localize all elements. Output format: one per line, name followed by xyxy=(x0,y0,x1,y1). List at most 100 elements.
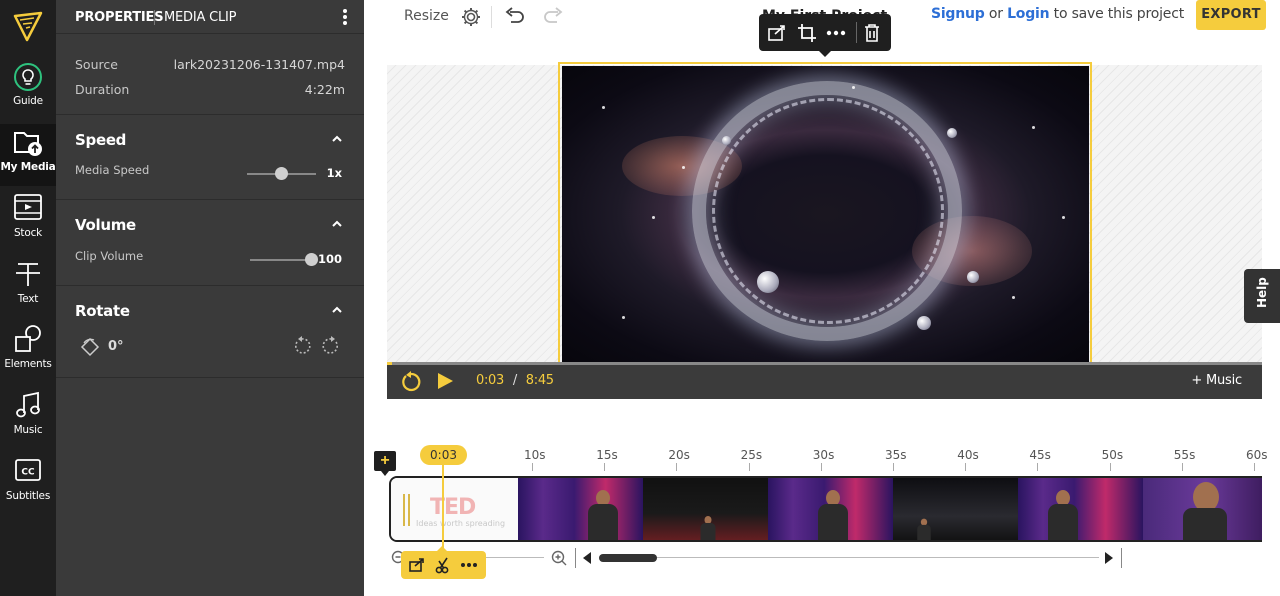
rail-item-elements[interactable]: Elements xyxy=(0,323,56,385)
resize-button[interactable]: Resize xyxy=(404,8,449,24)
split-scissors-icon[interactable] xyxy=(433,555,453,575)
add-music-button[interactable]: + Music xyxy=(1191,373,1242,388)
tab-properties[interactable]: PROPERTIES xyxy=(75,10,164,25)
ruler-tick xyxy=(1037,463,1039,471)
rail-item-music[interactable]: Music xyxy=(0,389,56,451)
collapse-volume-chevron-up-icon[interactable] xyxy=(332,220,342,227)
playhead-time-tag[interactable]: 0:03 xyxy=(420,445,467,465)
ruler-label: 50s xyxy=(1101,448,1124,462)
scroll-left-icon[interactable] xyxy=(581,551,593,565)
rail-label-text: Text xyxy=(17,293,39,305)
media-info: Source lark20231206-131407.mp4 Duration … xyxy=(56,34,364,115)
ruler-label: 15s xyxy=(596,448,618,462)
rotate-left-icon[interactable] xyxy=(292,336,312,356)
bubble xyxy=(722,136,731,145)
shapes-icon xyxy=(15,325,41,352)
ruler-tick xyxy=(1109,463,1111,471)
rotate-right-icon[interactable] xyxy=(321,336,341,356)
clip-action-toolbar xyxy=(759,14,891,57)
media-speed-slider-knob[interactable] xyxy=(275,167,288,180)
crop-icon[interactable] xyxy=(796,22,818,44)
signup-link[interactable]: Signup xyxy=(931,6,985,22)
play-icon[interactable] xyxy=(438,373,453,389)
clip-volume-label: Clip Volume xyxy=(75,249,144,263)
ruler-label: 25s xyxy=(740,448,763,462)
ruler-tick xyxy=(676,463,678,471)
help-tab[interactable]: Help xyxy=(1244,269,1280,323)
tab-media-clip[interactable]: MEDIA CLIP xyxy=(164,10,236,25)
clip-volume-value: 100 xyxy=(317,252,342,266)
star xyxy=(622,316,625,319)
scroll-end-marker xyxy=(1121,548,1122,568)
trim-handle[interactable] xyxy=(403,494,410,526)
zoom-in-icon[interactable] xyxy=(551,550,567,566)
redo-icon[interactable] xyxy=(542,7,564,27)
clip-thumbnail xyxy=(893,478,1018,540)
media-speed-value: 1x xyxy=(326,166,342,180)
timeline-playhead[interactable] xyxy=(442,465,444,553)
rotate-angle-icon xyxy=(80,337,100,357)
scroll-right-icon[interactable] xyxy=(1103,551,1115,565)
rail-label-stock: Stock xyxy=(13,227,43,239)
replace-clip-icon[interactable] xyxy=(407,555,427,575)
rail-item-subtitles[interactable]: CC Subtitles xyxy=(0,455,56,517)
login-link[interactable]: Login xyxy=(1007,6,1050,22)
rail-label-my-media: My Media xyxy=(0,161,56,173)
rail-label-elements: Elements xyxy=(4,358,52,370)
add-track-button[interactable]: + xyxy=(374,451,396,476)
media-speed-label: Media Speed xyxy=(75,163,150,177)
clip-thumbnail xyxy=(1018,478,1143,540)
video-editor-app: Guide My Media Stock Text Elements Music… xyxy=(0,0,1280,596)
video-preview[interactable] xyxy=(562,66,1089,362)
star xyxy=(1032,126,1035,129)
replay-icon[interactable] xyxy=(400,371,422,393)
collapse-rotate-chevron-up-icon[interactable] xyxy=(332,306,342,313)
add-label: + xyxy=(380,452,390,469)
star xyxy=(602,106,605,109)
rail-item-my-media[interactable]: My Media xyxy=(0,124,56,186)
bubble xyxy=(917,316,931,330)
text-icon xyxy=(16,263,40,286)
more-dots-icon[interactable] xyxy=(459,555,479,575)
timeline-scrollbar-track[interactable] xyxy=(604,557,1099,558)
star xyxy=(1012,296,1015,299)
speed-title: Speed xyxy=(75,131,127,149)
trash-icon[interactable] xyxy=(861,22,883,44)
toolbar-divider xyxy=(856,22,857,43)
gear-icon[interactable] xyxy=(460,6,482,28)
app-logo-icon[interactable] xyxy=(10,8,46,44)
timeline-clip-toolbar xyxy=(401,546,486,579)
ruler-label: 40s xyxy=(957,448,979,462)
ruler-label: 55s xyxy=(1173,448,1196,462)
timeline-scrollbar-thumb[interactable] xyxy=(599,554,657,562)
replace-media-icon[interactable] xyxy=(766,22,788,44)
rail-item-text[interactable]: Text xyxy=(0,258,56,320)
clip-thumbnail-ted-intro: TED Ideas worth spreading xyxy=(391,478,518,540)
star xyxy=(852,86,855,89)
clip-toolbar-pointer xyxy=(437,546,447,551)
ruler-tick xyxy=(1254,463,1255,471)
bubble-ring-inner xyxy=(712,98,944,324)
ruler-label: 35s xyxy=(885,448,907,462)
clip-volume-slider-knob[interactable] xyxy=(304,253,318,266)
undo-icon[interactable] xyxy=(504,7,526,27)
rail-item-guide[interactable]: Guide xyxy=(0,62,56,124)
clip-thumbnail xyxy=(768,478,893,540)
video-track[interactable]: TED Ideas worth spreading xyxy=(389,476,1262,542)
source-value: lark20231206-131407.mp4 xyxy=(173,57,345,72)
bubble xyxy=(967,271,979,283)
rail-label-music: Music xyxy=(13,424,43,436)
auth-prompt: Signup or Login to save this project xyxy=(931,6,1184,22)
playback-progress[interactable] xyxy=(387,362,1262,365)
ruler-tick xyxy=(604,463,606,471)
collapse-speed-chevron-up-icon[interactable] xyxy=(332,135,342,142)
more-dots-icon[interactable] xyxy=(825,22,847,44)
ruler-tick xyxy=(532,463,533,471)
clip-volume-slider[interactable] xyxy=(250,259,311,261)
ruler-label: 45s xyxy=(1029,448,1051,462)
rail-item-stock[interactable]: Stock xyxy=(0,192,56,254)
export-button[interactable]: EXPORT xyxy=(1196,0,1266,30)
more-options-icon[interactable] xyxy=(340,8,350,28)
clip-thumbnail xyxy=(643,478,768,540)
left-nav-rail: Guide My Media Stock Text Elements Music… xyxy=(0,0,56,596)
